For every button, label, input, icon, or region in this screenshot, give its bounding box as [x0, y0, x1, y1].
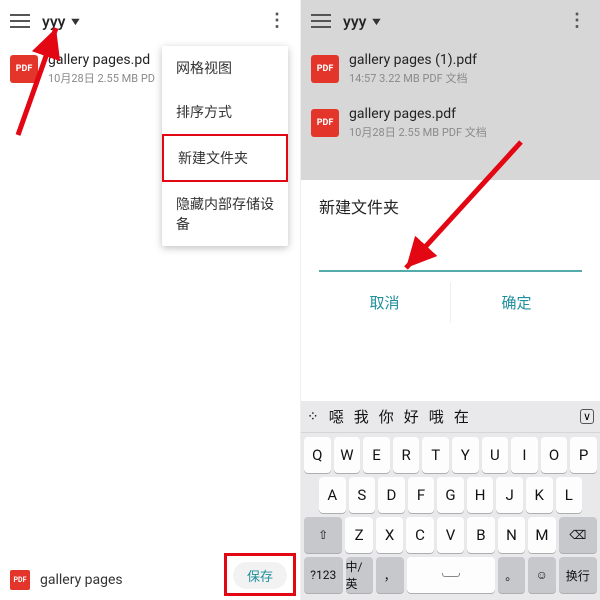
menu-item-grid-view[interactable]: 网格视图 — [162, 46, 288, 90]
key[interactable]: X — [376, 517, 403, 553]
overflow-menu-icon[interactable]: ⋮ — [260, 12, 294, 30]
key[interactable]: Y — [452, 437, 479, 473]
key[interactable]: U — [482, 437, 509, 473]
file-name: gallery pages.pd — [48, 52, 155, 68]
folder-dropdown[interactable]: yyy ▼ — [42, 12, 80, 31]
key[interactable]: R — [393, 437, 420, 473]
key[interactable]: D — [378, 477, 405, 513]
pdf-icon: PDF — [311, 55, 339, 83]
enter-key[interactable]: 换行 — [559, 557, 598, 593]
key[interactable]: W — [334, 437, 361, 473]
folder-dropdown[interactable]: yyy ▼ — [343, 12, 381, 31]
file-meta: 10月28日 2.55 MB PDF 文档 — [349, 124, 487, 140]
suggestion[interactable]: 哦 — [429, 406, 444, 427]
suggestion[interactable]: 我 — [354, 406, 369, 427]
space-key[interactable] — [407, 557, 495, 593]
keyboard-row: ?123 中/英 ， 。 ☺ 换行 — [304, 557, 597, 593]
symbols-key[interactable]: ?123 — [304, 557, 343, 593]
key[interactable]: J — [496, 477, 523, 513]
key[interactable]: F — [408, 477, 435, 513]
menu-item-hide-internal[interactable]: 隐藏内部存储设备 — [162, 182, 288, 246]
key[interactable]: L — [556, 477, 583, 513]
keyboard-expand-icon[interactable]: ∨ — [580, 409, 594, 424]
key[interactable]: T — [422, 437, 449, 473]
key[interactable]: H — [467, 477, 494, 513]
dialog-title: 新建文件夹 — [319, 194, 582, 218]
file-row[interactable]: PDF gallery pages.pdf 10月28日 2.55 MB PDF… — [301, 96, 600, 150]
context-menu: 网格视图 排序方式 新建文件夹 隐藏内部存储设备 — [162, 46, 288, 246]
key[interactable]: E — [363, 437, 390, 473]
save-button[interactable]: 保存 — [233, 562, 287, 589]
key[interactable]: Q — [304, 437, 331, 473]
folder-title: yyy — [42, 12, 66, 31]
keyboard-row: A S D F G H J K L — [304, 477, 597, 513]
key[interactable]: S — [349, 477, 376, 513]
keyboard-suggestions: ⁘ 噁 我 你 好 哦 在 ∨ — [301, 401, 600, 433]
backspace-key[interactable]: ⌫ — [559, 517, 597, 553]
folder-title: yyy — [343, 12, 367, 31]
file-row[interactable]: PDF gallery pages (1).pdf 14:57 3.22 MB … — [301, 42, 600, 96]
cancel-button[interactable]: 取消 — [319, 282, 451, 323]
suggestion[interactable]: 噁 — [329, 406, 344, 427]
file-name: gallery pages (1).pdf — [349, 52, 477, 68]
ok-button[interactable]: 确定 — [451, 282, 582, 323]
chevron-down-icon: ▼ — [68, 15, 82, 28]
key[interactable]: B — [467, 517, 494, 553]
key[interactable]: N — [498, 517, 525, 553]
key[interactable]: A — [319, 477, 346, 513]
language-key[interactable]: 中/英 — [346, 557, 374, 593]
key[interactable]: I — [511, 437, 538, 473]
menu-item-sort[interactable]: 排序方式 — [162, 90, 288, 134]
file-meta: 14:57 3.22 MB PDF 文档 — [349, 70, 477, 86]
key[interactable]: P — [570, 437, 597, 473]
pdf-icon: PDF — [10, 55, 38, 83]
menu-item-new-folder[interactable]: 新建文件夹 — [162, 134, 288, 182]
soft-keyboard: ⁘ 噁 我 你 好 哦 在 ∨ Q W E R T Y U I O P — [301, 401, 600, 600]
keyboard-grid-icon[interactable]: ⁘ — [307, 409, 319, 425]
annotation-highlight-save: 保存 — [224, 553, 296, 596]
file-meta: 10月28日 2.55 MB PD — [48, 70, 155, 86]
new-folder-dialog: 新建文件夹 取消 确定 — [301, 180, 600, 331]
keyboard-row: ⇧ Z X C V B N M ⌫ — [304, 517, 597, 553]
comma-key[interactable]: ， — [376, 557, 404, 593]
key[interactable]: V — [437, 517, 464, 553]
suggestion[interactable]: 在 — [454, 406, 469, 427]
overflow-menu-icon[interactable]: ⋮ — [560, 12, 594, 30]
key[interactable]: K — [526, 477, 553, 513]
chevron-down-icon: ▼ — [369, 15, 383, 28]
key[interactable]: C — [406, 517, 433, 553]
pdf-icon: PDF — [311, 109, 339, 137]
folder-name-input[interactable] — [319, 252, 582, 272]
key[interactable]: G — [437, 477, 464, 513]
bottom-filename: gallery pages — [40, 572, 123, 588]
key[interactable]: O — [541, 437, 568, 473]
period-key[interactable]: 。 — [498, 557, 526, 593]
suggestion[interactable]: 你 — [379, 406, 394, 427]
suggestion[interactable]: 好 — [404, 406, 419, 427]
key[interactable]: Z — [345, 517, 372, 553]
key[interactable]: M — [528, 517, 555, 553]
shift-key[interactable]: ⇧ — [304, 517, 342, 553]
pdf-icon: PDF — [10, 570, 30, 590]
file-name: gallery pages.pdf — [349, 106, 487, 122]
keyboard-row: Q W E R T Y U I O P — [304, 437, 597, 473]
menu-icon[interactable] — [6, 7, 34, 35]
menu-icon[interactable] — [307, 7, 335, 35]
emoji-key[interactable]: ☺ — [528, 557, 556, 593]
